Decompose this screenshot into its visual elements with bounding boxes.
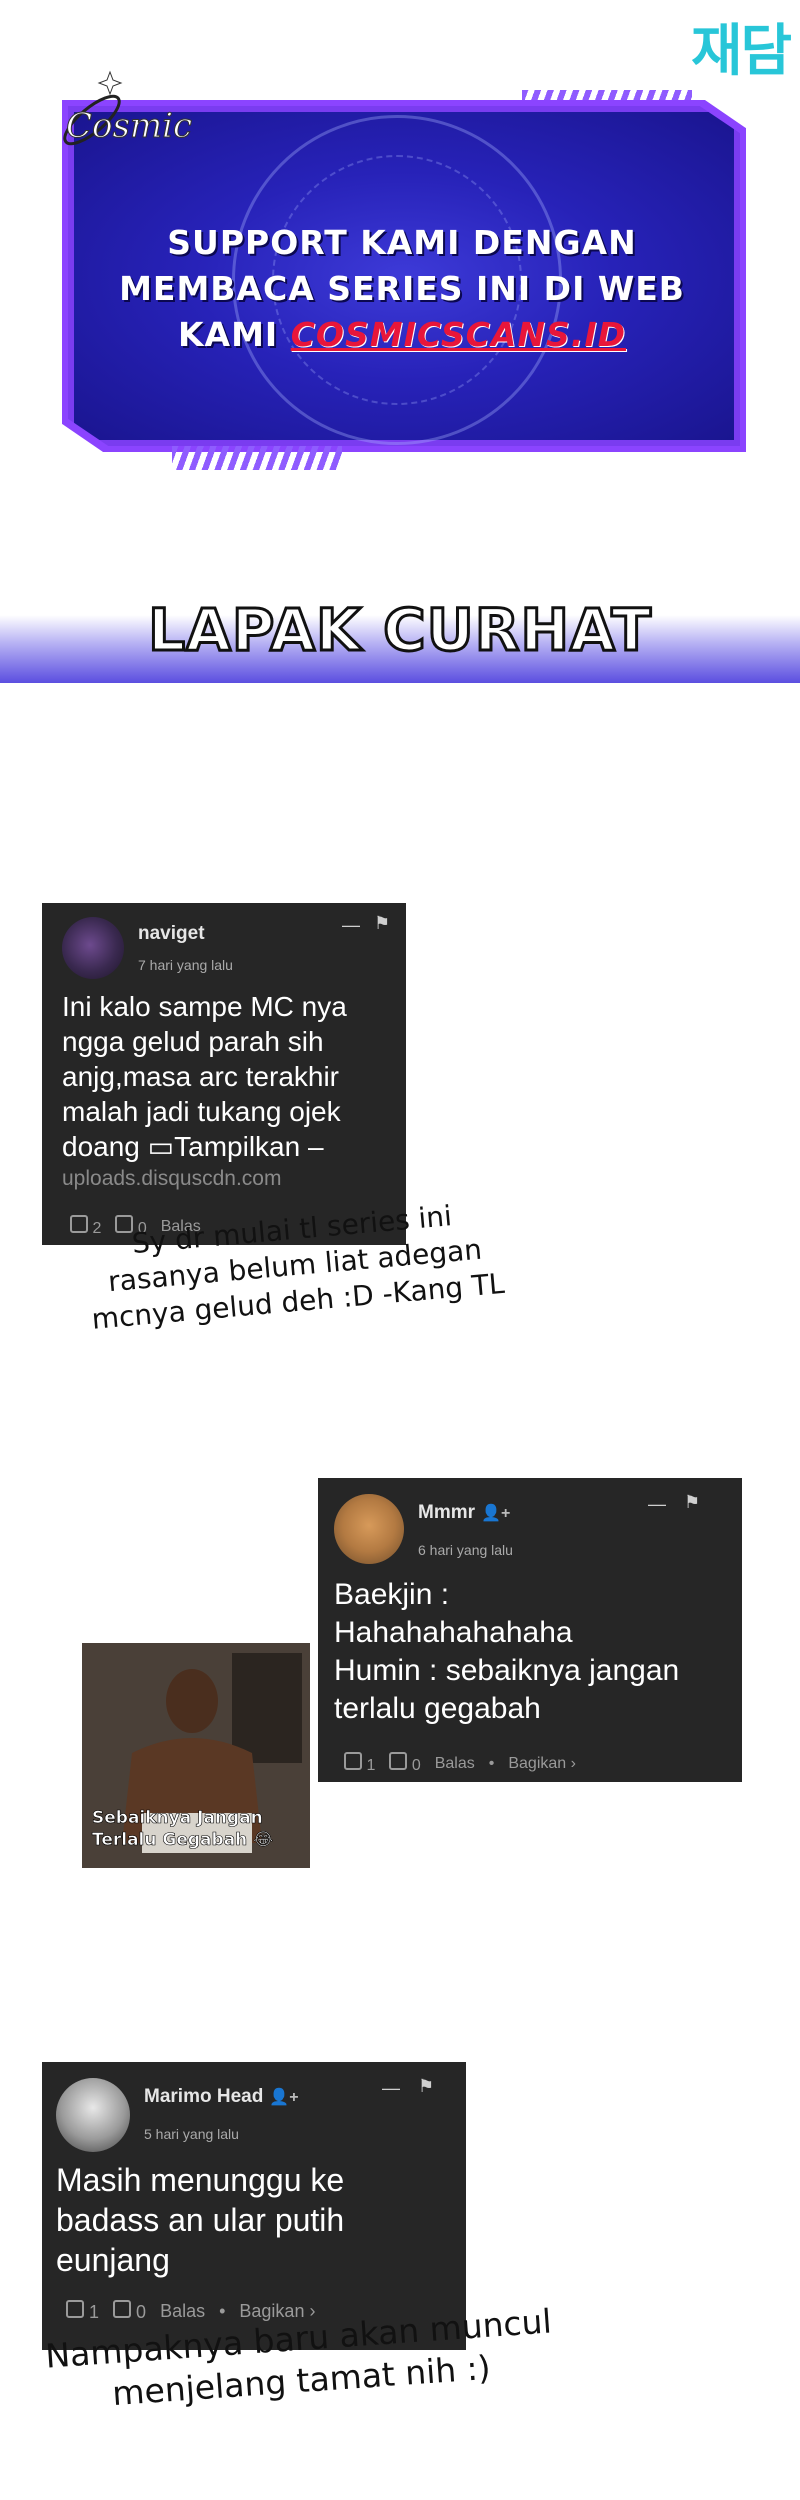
username-link[interactable]: Mmmr	[418, 1502, 475, 1523]
banner-line-3: KAMI COSMICSCANS.ID	[102, 312, 702, 358]
collapse-icon[interactable]: —	[648, 1494, 666, 1515]
comment-body: Ini kalo sampe MC nya ngga gelud parah s…	[62, 989, 392, 1194]
banner-line-2: MEMBACA SERIES INI DI WEB	[119, 269, 685, 308]
comment-body: Baekjin : Hahahahahahaha Humin : sebaikn…	[334, 1576, 734, 1728]
cosmic-logo-text: Cosmic	[65, 106, 193, 147]
banner-line-3-prefix: KAMI	[177, 315, 279, 354]
image-icon: ▭	[147, 1131, 175, 1162]
banner-stripes-bottom	[172, 446, 342, 470]
attachment-link[interactable]: Tampilkan –	[174, 1131, 323, 1162]
comment-line: Baekjin :	[334, 1578, 450, 1611]
comment-timestamp[interactable]: 7 hari yang lalu	[138, 957, 233, 973]
follow-user-icon[interactable]: 👤+	[481, 1503, 510, 1523]
upvote-button[interactable]: 1	[66, 2300, 99, 2323]
section-title: LAPAK CURHAT	[147, 595, 653, 666]
thumbs-down-icon	[113, 2300, 132, 2318]
comment-username: Mmmr 👤+	[418, 1502, 510, 1524]
downvote-count: 0	[411, 1757, 421, 1774]
flag-icon[interactable]: ⚑	[374, 913, 390, 934]
downvote-button[interactable]: 0	[389, 1752, 421, 1775]
attachment-host[interactable]: uploads.disquscdn.com	[62, 1164, 392, 1194]
separator-dot: •	[488, 1754, 495, 1772]
meme-caption: Sebaiknya Jangan Terlalu Gegabah 😂	[92, 1807, 274, 1851]
meme-caption-text: Terlalu Gegabah	[92, 1830, 248, 1851]
comment-card: Marimo Head 👤+ 5 hari yang lalu — ⚑ Masih…	[42, 2062, 466, 2350]
reply-button[interactable]: Balas	[435, 1755, 475, 1773]
banner-line-1: SUPPORT KAMI DENGAN	[167, 223, 637, 262]
follow-user-icon[interactable]: 👤+	[269, 2087, 298, 2107]
support-banner: Cosmic SUPPORT KAMI DENGAN MEMBACA SERIE…	[52, 60, 752, 480]
comment-line: Hahahahahahaha	[334, 1616, 573, 1649]
share-button[interactable]: Bagikan ›	[508, 1755, 576, 1773]
laughing-emoji-icon: 😂	[253, 1830, 274, 1851]
avatar[interactable]	[62, 917, 124, 979]
reply-button[interactable]: Balas	[160, 2301, 205, 2322]
comment-line: terlalu gegabah	[334, 1692, 541, 1725]
comment-card: naviget 7 hari yang lalu — ⚑ Ini kalo sa…	[42, 903, 406, 1245]
avatar[interactable]	[56, 2078, 130, 2152]
comment-timestamp[interactable]: 5 hari yang lalu	[144, 2126, 239, 2142]
upvote-button[interactable]: 1	[344, 1752, 375, 1775]
upvote-count: 1	[366, 1757, 376, 1774]
comment-body: Masih menunggu ke badass an ular putih e…	[56, 2162, 345, 2278]
thumbs-up-icon	[66, 2300, 84, 2318]
comment-username[interactable]: naviget	[138, 923, 205, 945]
meme-image: Sebaiknya Jangan Terlalu Gegabah 😂	[82, 1643, 310, 1868]
cosmic-logo: Cosmic	[52, 60, 202, 170]
meme-caption-line: Sebaiknya Jangan	[92, 1808, 263, 1829]
avatar[interactable]	[334, 1494, 404, 1564]
thumbs-down-icon	[389, 1752, 408, 1770]
flag-icon[interactable]: ⚑	[418, 2076, 434, 2097]
comment-timestamp[interactable]: 6 hari yang lalu	[418, 1542, 513, 1558]
site-link[interactable]: COSMICSCANS.ID	[291, 315, 626, 354]
downvote-button[interactable]: 0	[113, 2300, 146, 2323]
downvote-count: 0	[136, 2302, 147, 2322]
banner-message: SUPPORT KAMI DENGAN MEMBACA SERIES INI D…	[102, 220, 702, 358]
comment-actions: 1 0 Balas • Bagikan ›	[344, 1752, 576, 1775]
comment-line: Humin : sebaiknya jangan	[334, 1654, 680, 1687]
collapse-icon[interactable]: —	[342, 915, 360, 936]
flag-icon[interactable]: ⚑	[684, 1492, 700, 1513]
upvote-count: 1	[89, 2302, 100, 2322]
separator-dot: •	[219, 2301, 226, 2321]
comment-card: Mmmr 👤+ 6 hari yang lalu — ⚑ Baekjin : Ha…	[318, 1478, 742, 1782]
meme-caption-line: Terlalu Gegabah 😂	[92, 1829, 274, 1851]
collapse-icon[interactable]: —	[382, 2078, 400, 2099]
thumbs-up-icon	[344, 1752, 362, 1770]
comment-username: Marimo Head 👤+	[144, 2086, 299, 2108]
username-link[interactable]: Marimo Head	[144, 2086, 263, 2107]
